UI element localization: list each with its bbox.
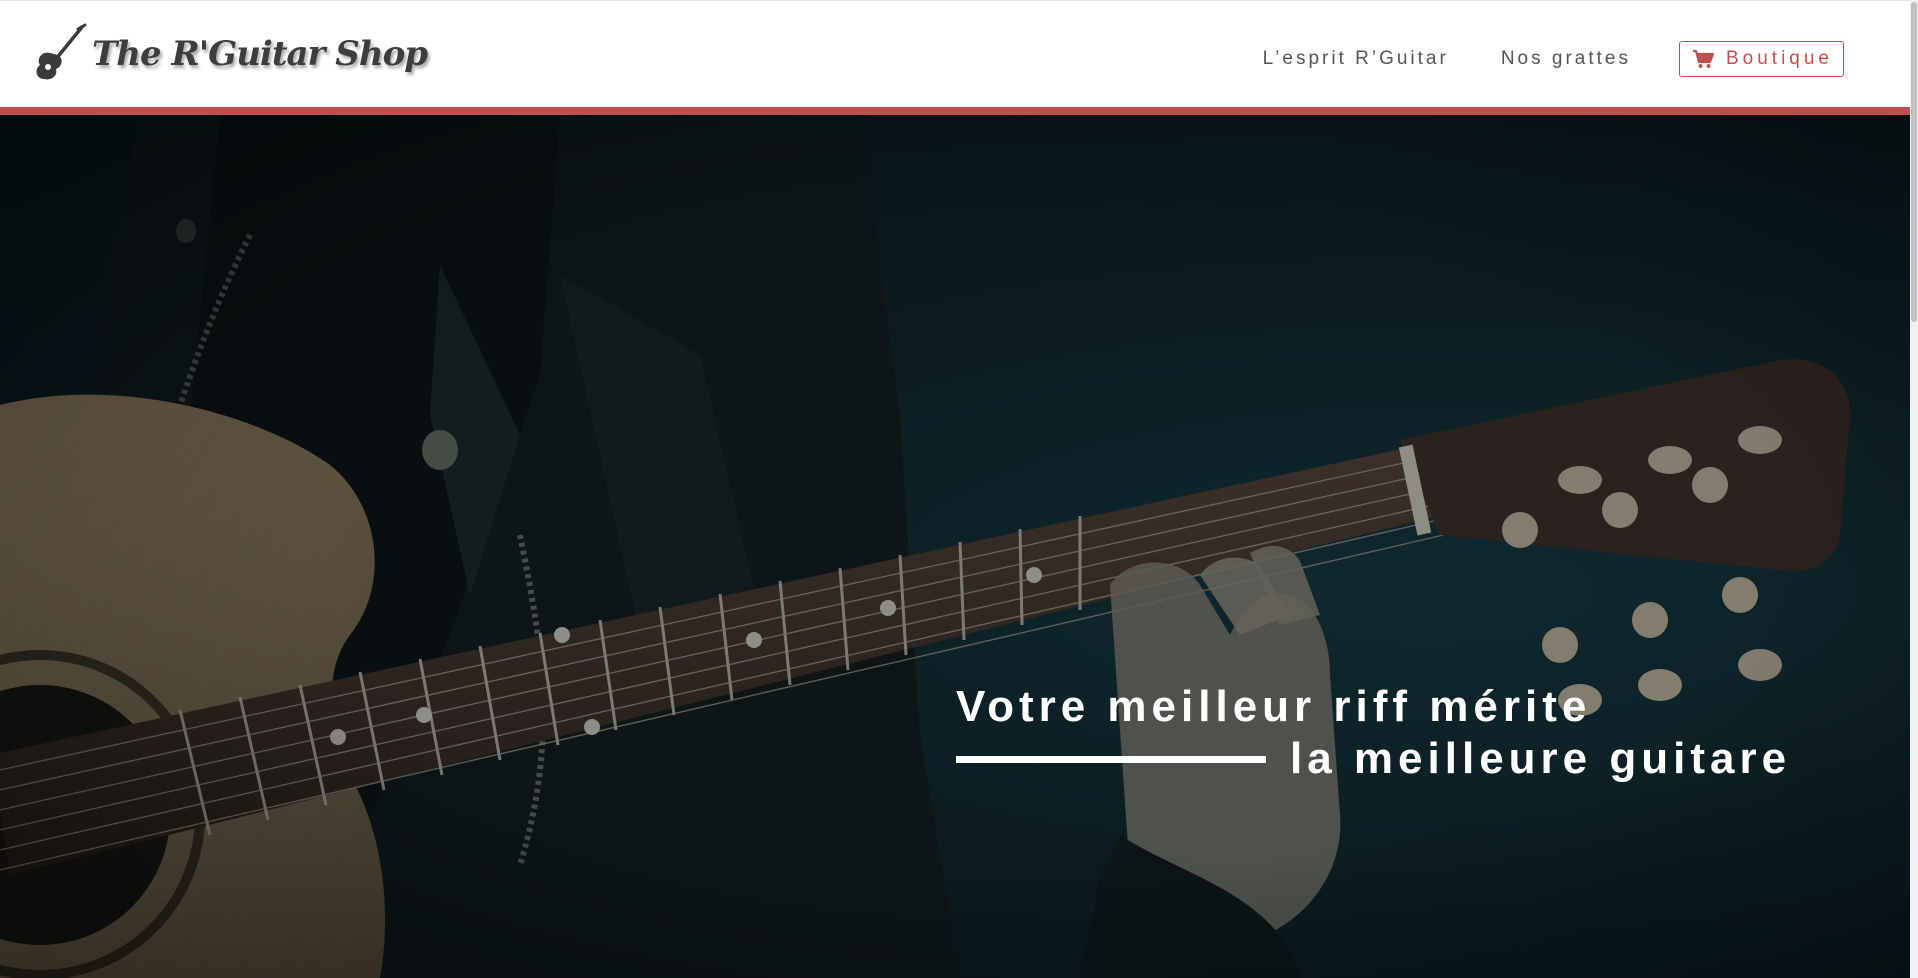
page-scrollbar[interactable] — [1910, 0, 1918, 978]
page: The R'Guitar Shop L’esprit R’Guitar Nos … — [0, 0, 1918, 978]
tagline-underline-bar — [956, 755, 1266, 763]
logo-link[interactable]: The R'Guitar Shop — [30, 21, 428, 87]
scrollbar-thumb[interactable] — [1911, 2, 1917, 322]
tagline-row-2: la meilleure guitare — [956, 734, 1791, 784]
guitar-icon — [36, 23, 87, 80]
header-accent-bar — [0, 107, 1910, 115]
nav-item-grattes[interactable]: Nos grattes — [1501, 48, 1631, 70]
logo-text: The R'Guitar Shop — [92, 34, 428, 74]
main-nav: L’esprit R’Guitar Nos grattes Boutique — [1263, 41, 1844, 77]
tagline-line-1: Votre meilleur riff mérite — [956, 682, 1592, 731]
shop-button[interactable]: Boutique — [1678, 41, 1844, 77]
tagline-line-2: la meilleure guitare — [1290, 734, 1792, 783]
cart-icon — [1692, 49, 1714, 68]
site-header: The R'Guitar Shop L’esprit R’Guitar Nos … — [0, 0, 1910, 107]
shop-button-label: Boutique — [1725, 48, 1833, 69]
nav-item-esprit[interactable]: L’esprit R’Guitar — [1263, 48, 1449, 70]
hero-guitarist-image — [0, 115, 1910, 978]
hero-section: Votre meilleur riff mérite la meilleure … — [0, 115, 1910, 978]
